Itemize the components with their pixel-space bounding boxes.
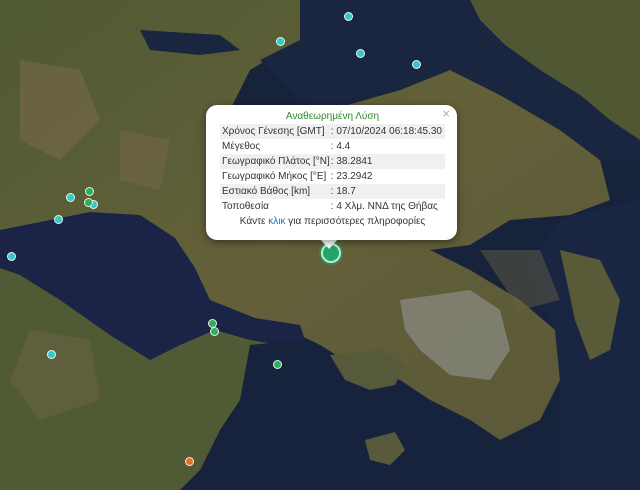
info-row-latitude: Γεωγραφικό Πλάτος [°N] : 38.2841: [220, 154, 445, 169]
quake-marker-cyan[interactable]: [344, 12, 353, 21]
quake-marker-cyan[interactable]: [276, 37, 285, 46]
close-icon[interactable]: ×: [442, 107, 450, 121]
info-label: Γεωγραφικό Πλάτος [°N]: [220, 154, 330, 169]
info-row-location: Τοποθεσία : 4 Χλμ. ΝΝΔ της Θήβας: [220, 199, 445, 214]
quake-marker-orange[interactable]: [185, 457, 194, 466]
info-label: Γεωγραφικό Μήκος [°E]: [222, 171, 327, 182]
earthquake-info-popup: × Αναθεωρημένη Λύση Χρόνος Γένεσης [GMT]…: [206, 105, 457, 240]
info-value: : 07/10/2024 06:18:45.30: [329, 124, 445, 139]
info-row-origin-time: Χρόνος Γένεσης [GMT] : 07/10/2024 06:18:…: [220, 124, 445, 139]
info-value: : 18.7: [329, 184, 445, 199]
info-label: Μέγεθος: [222, 141, 261, 152]
more-info-line: Κάντε κλικ για περισσότερες πληροφορίες: [220, 216, 445, 227]
popup-title: Αναθεωρημένη Λύση: [285, 111, 380, 122]
map-view[interactable]: × Αναθεωρημένη Λύση Χρόνος Γένεσης [GMT]…: [0, 0, 640, 490]
more-info-prefix: Κάντε: [239, 216, 269, 227]
info-label: Εστιακό Βάθος [km]: [220, 184, 330, 199]
info-row-magnitude: Μέγεθος : 4.4: [220, 139, 445, 154]
info-value: : 4.4: [330, 141, 351, 152]
info-value: : 23.2942: [330, 171, 373, 182]
quake-marker-green[interactable]: [273, 360, 282, 369]
info-label: Τοποθεσία: [222, 201, 269, 212]
more-info-link[interactable]: κλικ: [268, 216, 285, 227]
quake-marker-cyan[interactable]: [47, 350, 56, 359]
quake-marker-green[interactable]: [85, 187, 94, 196]
info-value: : 38.2841: [329, 154, 445, 169]
quake-marker-cyan[interactable]: [7, 252, 16, 261]
earthquake-info-table: Χρόνος Γένεσης [GMT] : 07/10/2024 06:18:…: [220, 124, 445, 214]
more-info-suffix: για περισσότερες πληροφορίες: [285, 216, 426, 227]
quake-marker-green[interactable]: [210, 327, 219, 336]
info-row-depth: Εστιακό Βάθος [km] : 18.7: [220, 184, 445, 199]
quake-marker-cyan[interactable]: [66, 193, 75, 202]
quake-marker-cyan[interactable]: [356, 49, 365, 58]
quake-marker-cyan[interactable]: [54, 215, 63, 224]
quake-marker-cyan[interactable]: [412, 60, 421, 69]
popup-pointer: [320, 239, 338, 249]
info-row-longitude: Γεωγραφικό Μήκος [°E] : 23.2942: [220, 169, 445, 184]
info-label: Χρόνος Γένεσης [GMT]: [220, 124, 330, 139]
info-value: : 4 Χλμ. ΝΝΔ της Θήβας: [330, 201, 438, 212]
quake-marker-green[interactable]: [84, 198, 93, 207]
